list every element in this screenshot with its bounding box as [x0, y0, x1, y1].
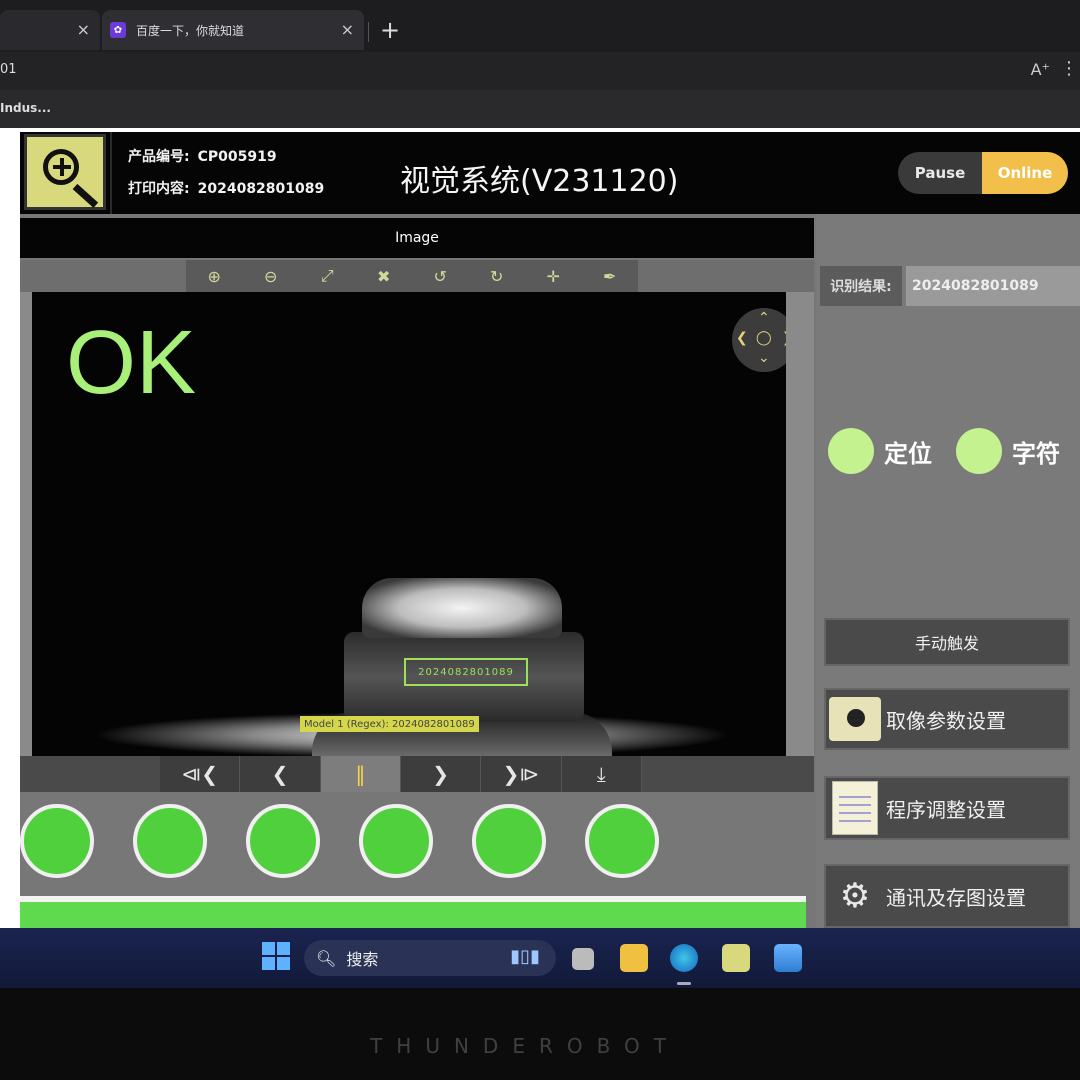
rotate-left-icon[interactable]: ↺ [412, 260, 469, 292]
communication-settings-label: 通讯及存图设置 [886, 885, 1026, 910]
header-divider [110, 132, 112, 214]
locate-indicator-label: 定位 [884, 440, 932, 468]
url-text[interactable]: 01 [0, 62, 17, 77]
playback-controls: ⧏❮ ❮ ‖ ❯ ❯⧐ ⤓ [20, 756, 814, 792]
toolbar-buttons: ⊕ ⊖ ⤢ ✖ ↺ ↻ ✛ ✒ [186, 260, 638, 292]
camera-icon [828, 692, 882, 746]
new-tab-button[interactable]: + [380, 16, 400, 44]
browser-tab-baidu[interactable]: ✿ 百度一下，你就知道 × [102, 10, 364, 50]
status-light-5 [472, 804, 546, 878]
status-light-3 [246, 804, 320, 878]
favorites-bar: Indus... [0, 90, 1080, 128]
status-light-2 [133, 804, 207, 878]
photos-icon[interactable] [774, 944, 802, 972]
viewer-scrollbar[interactable] [786, 292, 814, 756]
image-toolbar: ⊕ ⊖ ⤢ ✖ ↺ ↻ ✛ ✒ [20, 260, 814, 292]
search-highlight-icon: ▮▯▮ [510, 946, 540, 967]
rotate-right-icon[interactable]: ↻ [469, 260, 526, 292]
prev-frame-button[interactable]: ❮ [240, 756, 321, 792]
locate-indicator [828, 428, 874, 474]
viewer-margin-left [20, 292, 32, 756]
browser-tab-1[interactable]: × [0, 10, 100, 50]
search-icon: 🔍︎ [316, 948, 337, 968]
favorite-item[interactable]: Indus... [0, 101, 51, 115]
mode-toggle[interactable]: Pause Online [898, 152, 1068, 194]
read-aloud-icon[interactable]: A⁺ [1031, 60, 1050, 79]
monitor-brand: THUNDEROBOT [370, 1034, 680, 1058]
task-view-icon[interactable] [572, 948, 594, 970]
zoom-in-icon[interactable]: ⊕ [186, 260, 243, 292]
fit-icon[interactable]: ⤢ [299, 260, 356, 292]
app-title: 视觉系统(V231120) [400, 164, 679, 199]
active-app-indicator [677, 982, 691, 985]
playback-buttons: ⧏❮ ❮ ‖ ❯ ❯⧐ ⤓ [160, 756, 642, 792]
move-icon[interactable]: ✛ [525, 260, 582, 292]
character-indicator-label: 字符 [1012, 440, 1060, 468]
camera-settings-button[interactable]: 取像参数设置 [824, 688, 1070, 750]
model-match-label: Model 1 (Regex): 2024082801089 [300, 716, 479, 732]
windows-taskbar: 🔍︎ 搜索 ▮▯▮ [0, 928, 1080, 988]
taskbar-search[interactable]: 🔍︎ 搜索 ▮▯▮ [304, 940, 556, 976]
browser-tab-bar: × ✿ 百度一下，你就知道 × + [0, 0, 1080, 52]
image-panel: Image ⊕⊖⤢✖↺↻✛✒ OK ⌃ ⌄ ❮ ❯ ◯ 202408280108… [20, 214, 816, 928]
notepad-icon [828, 781, 882, 835]
camera-image-viewer[interactable]: OK ⌃ ⌄ ❮ ❯ ◯ 2024082801089 Model 1 (Rege… [32, 292, 786, 756]
windows-start-icon[interactable] [262, 942, 290, 970]
print-content: 打印内容: 2024082801089 [128, 178, 324, 198]
tab-separator [368, 22, 369, 42]
tab-title: 百度一下，你就知道 [136, 23, 245, 38]
edge-browser-icon[interactable] [670, 944, 698, 972]
pause-button[interactable]: Pause [898, 152, 982, 194]
last-frame-button[interactable]: ❯⧐ [481, 756, 562, 792]
print-content-value: 2024082801089 [197, 181, 325, 197]
result-label: 识别结果: [820, 266, 902, 306]
pause-playback-button[interactable]: ‖ [320, 756, 401, 792]
vision-app-taskbar-icon[interactable] [722, 944, 750, 972]
product-number-label: 产品编号: [128, 149, 190, 165]
manual-trigger-label: 手动触发 [914, 634, 979, 653]
expand-icon[interactable]: ✖ [356, 260, 413, 292]
status-light-6 [585, 804, 659, 878]
product-number-value: CP005919 [197, 149, 277, 165]
vision-app: 产品编号: CP005919 打印内容: 2024082801089 视觉系统(V2… [0, 128, 1080, 928]
product-number: 产品编号: CP005919 [128, 146, 277, 166]
app-header: 产品编号: CP005919 打印内容: 2024082801089 视觉系统(V2… [20, 132, 1080, 214]
status-light-1 [20, 804, 94, 878]
online-button[interactable]: Online [982, 152, 1068, 194]
print-content-label: 打印内容: [128, 181, 190, 197]
tab-close-icon[interactable]: × [77, 20, 90, 39]
status-lights [20, 792, 814, 896]
zoom-out-icon[interactable]: ⊖ [243, 260, 300, 292]
program-settings-button[interactable]: 程序调整设置 [824, 776, 1070, 840]
right-panel: 识别结果: 2024082801089 定位 字符 手动触发 取像参数设置 程序… [816, 214, 1080, 928]
detected-code-box: 2024082801089 [404, 658, 528, 686]
result-value: 2024082801089 [906, 266, 1080, 306]
next-frame-button[interactable]: ❯ [400, 756, 482, 792]
manual-trigger-button[interactable]: 手动触发 [824, 618, 1070, 666]
address-bar[interactable]: 01 A⁺ ⋮ [0, 52, 1080, 90]
search-label: 搜索 [346, 950, 379, 969]
status-strip [20, 896, 806, 928]
image-panel-title: Image [20, 218, 814, 258]
tab-close-icon[interactable]: × [341, 20, 354, 39]
more-icon[interactable]: ⋮ [1060, 58, 1078, 79]
picker-icon[interactable]: ✒ [582, 260, 639, 292]
camera-settings-label: 取像参数设置 [886, 708, 1006, 733]
program-settings-label: 程序调整设置 [886, 797, 1006, 822]
first-frame-button[interactable]: ⧏❮ [160, 756, 241, 792]
gear-icon: ⚙ [839, 876, 871, 916]
character-indicator [956, 428, 1002, 474]
baidu-favicon-icon: ✿ [110, 22, 126, 38]
vision-logo-icon [24, 134, 106, 210]
file-explorer-icon[interactable] [620, 944, 648, 972]
ok-result-text: OK [66, 313, 197, 413]
download-button[interactable]: ⤓ [561, 756, 642, 792]
pan-navigation-icon[interactable]: ⌃ ⌄ ❮ ❯ ◯ [732, 308, 786, 372]
status-light-4 [359, 804, 433, 878]
communication-settings-button[interactable]: ⚙ 通讯及存图设置 [824, 864, 1070, 928]
